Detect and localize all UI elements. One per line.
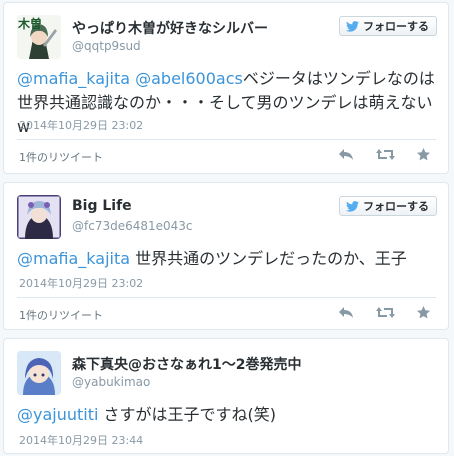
display-name[interactable]: Big Life xyxy=(72,198,132,214)
username[interactable]: @qqtp9sud xyxy=(72,39,141,53)
mention-link[interactable]: @abel600acs xyxy=(135,69,243,88)
follow-label: フォローする xyxy=(363,20,429,33)
tweet-body: 世界共通のツンデレだったのか、王子 xyxy=(135,249,407,268)
timestamp[interactable]: 2014年10月29日 23:02 xyxy=(19,117,143,133)
tweet-actions xyxy=(338,148,430,161)
timestamp[interactable]: 2014年10月29日 23:44 xyxy=(19,432,143,448)
retweet-icon[interactable] xyxy=(376,306,395,319)
favorite-icon[interactable] xyxy=(417,306,430,319)
mention-link[interactable]: @yajuutiti xyxy=(17,405,98,424)
username[interactable]: @fc73de6481e043c xyxy=(72,219,193,233)
divider xyxy=(17,297,436,298)
retweet-icon[interactable] xyxy=(376,148,395,161)
tweet-card: 森下真央@おさなぁれ1～2巻発売中 @yabukimao @yajuutiti … xyxy=(3,338,449,454)
tweet-text: @mafia_kajita 世界共通のツンデレだったのか、王子 xyxy=(17,247,436,271)
tweet-body: さすがは王子ですね(笑) xyxy=(103,405,277,424)
reply-icon[interactable] xyxy=(338,148,354,161)
retweet-count[interactable]: 1件のリツイート xyxy=(19,307,103,323)
avatar-text: 木曽 xyxy=(18,17,43,31)
tweet-text: @yajuutiti さすがは王子ですね(笑) xyxy=(17,403,436,427)
display-name[interactable]: 森下真央@おさなぁれ1～2巻発売中 xyxy=(72,354,301,374)
username[interactable]: @yabukimao xyxy=(72,375,150,389)
avatar[interactable]: 木曽 xyxy=(17,15,61,59)
twitter-bird-icon xyxy=(346,200,359,212)
twitter-bird-icon xyxy=(346,20,359,32)
tweet-card: Big Life @fc73de6481e043c フォローする @mafia_… xyxy=(3,182,449,330)
follow-button[interactable]: フォローする xyxy=(339,196,437,216)
reply-icon[interactable] xyxy=(338,306,354,319)
avatar[interactable] xyxy=(17,351,61,395)
tweet-card: 木曽 やっぱり木曽が好きなシルバー @qqtp9sud フォローする @mafi… xyxy=(3,2,449,174)
display-name[interactable]: やっぱり木曽が好きなシルバー xyxy=(72,18,268,38)
follow-label: フォローする xyxy=(363,200,429,213)
mention-link[interactable]: @mafia_kajita xyxy=(17,249,130,268)
divider xyxy=(17,139,436,140)
timestamp[interactable]: 2014年10月29日 23:02 xyxy=(19,275,143,291)
avatar[interactable] xyxy=(17,195,61,239)
mention-link[interactable]: @mafia_kajita xyxy=(17,69,130,88)
tweet-actions xyxy=(338,306,430,319)
follow-button[interactable]: フォローする xyxy=(339,16,437,36)
favorite-icon[interactable] xyxy=(417,148,430,161)
retweet-count[interactable]: 1件のリツイート xyxy=(19,149,103,165)
